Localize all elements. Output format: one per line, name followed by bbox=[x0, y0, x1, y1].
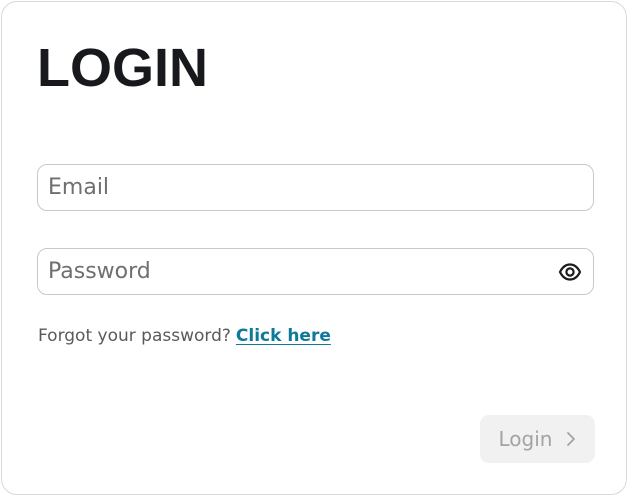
forgot-password-row: Forgot your password? Click here bbox=[38, 326, 331, 346]
email-field[interactable] bbox=[37, 164, 594, 211]
email-input[interactable] bbox=[48, 165, 548, 210]
password-input[interactable] bbox=[48, 249, 548, 294]
login-button-label: Login bbox=[498, 427, 553, 451]
login-card: LOGIN Forgot your password?Click here Lo… bbox=[1, 1, 627, 495]
login-button[interactable]: Login bbox=[480, 415, 595, 463]
chevron-right-icon bbox=[567, 432, 576, 446]
page-title: LOGIN bbox=[37, 38, 208, 98]
forgot-password-link[interactable]: Click here bbox=[236, 326, 331, 346]
forgot-password-text: Forgot your password? bbox=[38, 326, 231, 346]
eye-icon[interactable] bbox=[558, 261, 582, 283]
password-field[interactable] bbox=[37, 248, 594, 295]
